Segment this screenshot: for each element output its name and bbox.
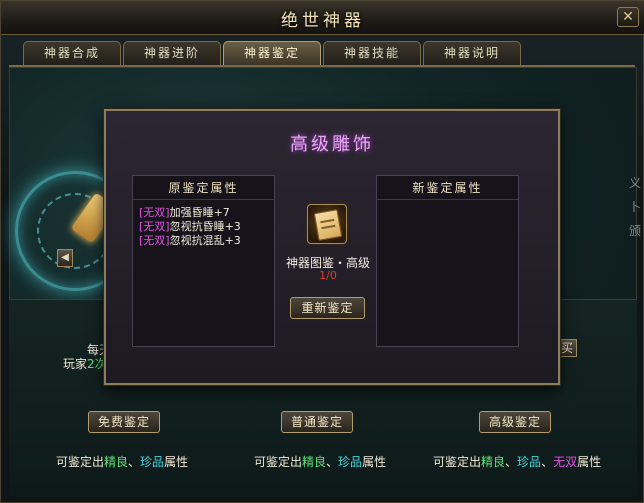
attribute-quality-tag: [无双] <box>139 220 170 233</box>
advanced-identify-button[interactable]: 高级鉴定 <box>479 411 551 433</box>
hint-separator: 、 <box>541 455 554 469</box>
quality-good: 精良 <box>481 455 506 469</box>
new-attributes-header: 新鉴定属性 <box>377 176 518 200</box>
normal-identify-button[interactable]: 普通鉴定 <box>281 411 353 433</box>
hint-prefix: 可鉴定出 <box>56 455 105 469</box>
hint-separator: 、 <box>326 455 339 469</box>
quality-good: 精良 <box>104 455 129 469</box>
hint-suffix: 属性 <box>164 455 189 469</box>
tab-identify[interactable]: 神器鉴定 <box>223 41 321 65</box>
arrow-left-icon: ◀ <box>61 252 69 263</box>
attribute-text: 忽视抗昏睡+3 <box>169 220 241 233</box>
reidentify-button[interactable]: 重新鉴定 <box>290 297 365 319</box>
scroll-icon <box>313 209 343 241</box>
attribute-row: [无双]忽视抗混乱+3 <box>139 234 268 248</box>
original-attributes-list: [无双]加强昏睡+7 [无双]忽视抗昏睡+3 [无双]忽视抗混乱+3 <box>133 200 274 248</box>
attribute-text: 忽视抗混乱+3 <box>169 234 241 247</box>
tab-synthesis[interactable]: 神器合成 <box>23 41 121 65</box>
free-identify-hint: 可鉴定出精良、珍品属性 <box>56 453 188 470</box>
hint-suffix: 属性 <box>577 455 602 469</box>
attribute-row: [无双]忽视抗昏睡+3 <box>139 220 268 234</box>
daily-line-2-prefix: 玩家 <box>63 357 88 371</box>
original-attributes-header: 原鉴定属性 <box>133 176 274 200</box>
new-attributes-panel: 新鉴定属性 <box>376 175 519 347</box>
material-item-slot[interactable] <box>307 204 347 244</box>
hint-prefix: 可鉴定出 <box>433 455 482 469</box>
attribute-row: [无双]加强昏睡+7 <box>139 206 268 220</box>
window-title: 绝世神器 <box>281 11 365 31</box>
hint-prefix: 可鉴定出 <box>254 455 303 469</box>
quality-rare: 珍品 <box>140 455 165 469</box>
buy-button[interactable]: 买 <box>557 339 577 357</box>
attribute-quality-tag: [无双] <box>139 206 170 219</box>
hint-separator: 、 <box>505 455 518 469</box>
close-button[interactable]: ✕ <box>617 7 639 27</box>
side-text-fragment: 义卜 颁 <box>629 176 642 238</box>
attribute-text: 加强昏睡+7 <box>169 206 230 219</box>
quality-rare: 珍品 <box>517 455 542 469</box>
previous-artifact-button[interactable]: ◀ <box>57 249 73 267</box>
advanced-carving-dialog: 高级雕饰 原鉴定属性 [无双]加强昏睡+7 [无双]忽视抗昏睡+3 [无双]忽视… <box>104 109 560 385</box>
quality-good: 精良 <box>302 455 327 469</box>
close-icon: ✕ <box>622 9 634 25</box>
tab-advance[interactable]: 神器进阶 <box>123 41 221 65</box>
tab-bar: 神器合成 神器进阶 神器鉴定 神器技能 神器说明 <box>23 41 521 65</box>
hint-separator: 、 <box>128 455 141 469</box>
quality-peerless: 无双 <box>553 455 578 469</box>
material-item-count: 1/0 <box>319 269 337 282</box>
tab-description[interactable]: 神器说明 <box>423 41 521 65</box>
quality-rare: 珍品 <box>338 455 363 469</box>
new-attributes-list <box>377 200 518 206</box>
original-attributes-panel: 原鉴定属性 [无双]加强昏睡+7 [无双]忽视抗昏睡+3 [无双]忽视抗混乱+3 <box>132 175 275 347</box>
normal-identify-hint: 可鉴定出精良、珍品属性 <box>254 453 386 470</box>
attribute-quality-tag: [无双] <box>139 234 170 247</box>
dialog-title: 高级雕饰 <box>290 134 374 155</box>
hint-suffix: 属性 <box>362 455 387 469</box>
advanced-identify-hint: 可鉴定出精良、珍品、无双属性 <box>433 453 601 470</box>
free-identify-button[interactable]: 免费鉴定 <box>88 411 160 433</box>
main-window: 绝世神器 ✕ 神器合成 神器进阶 神器鉴定 神器技能 神器说明 ◀ 义卜 颁 每… <box>0 0 644 503</box>
title-bar: 绝世神器 ✕ <box>1 1 644 35</box>
tab-skills[interactable]: 神器技能 <box>323 41 421 65</box>
